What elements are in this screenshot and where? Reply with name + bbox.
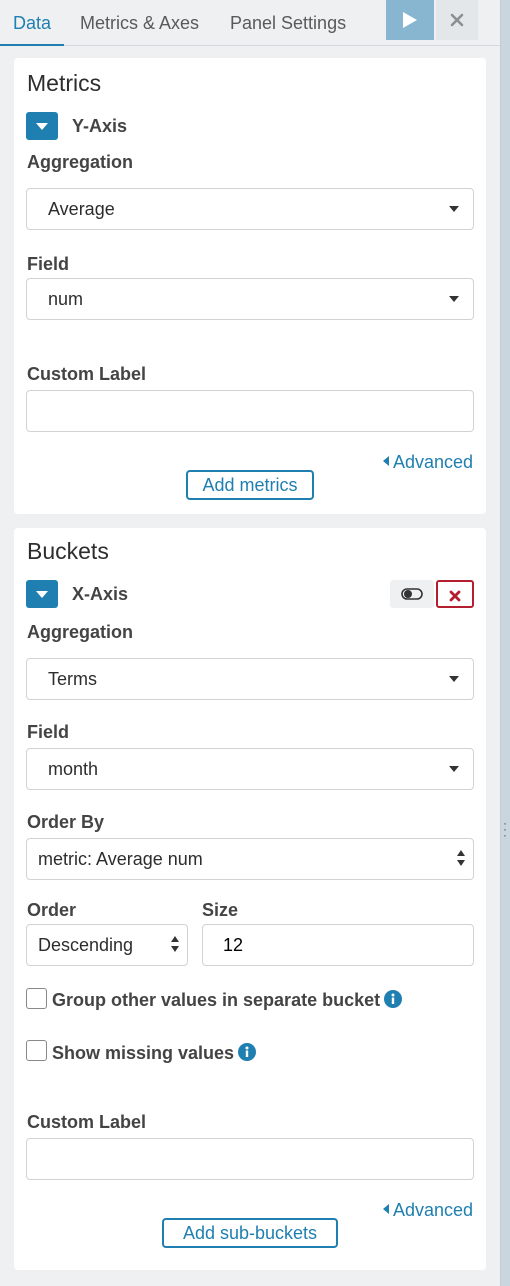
resize-handle-icon[interactable]: · · ·	[500, 817, 510, 841]
order-by-label: Order By	[27, 812, 105, 832]
order-select[interactable]: Descending	[26, 924, 188, 966]
editor-tabbar: Data Metrics & Axes Panel Settings	[0, 0, 500, 46]
caret-down-icon	[449, 206, 459, 212]
caret-left-icon	[382, 1204, 389, 1215]
custom-label-input[interactable]	[26, 1138, 474, 1180]
caret-left-icon	[382, 456, 389, 467]
custom-label-input[interactable]	[26, 390, 474, 432]
metrics-title: Metrics	[27, 70, 102, 96]
advanced-toggle-link[interactable]: Advanced	[382, 1200, 473, 1221]
info-icon[interactable]	[384, 990, 403, 1009]
y-axis-title: Y-Axis	[72, 116, 128, 136]
show-missing-label: Show missing values	[52, 1043, 257, 1064]
buckets-title: Buckets	[27, 538, 109, 564]
buckets-panel: Buckets X-Axis Aggregation Terms Field m…	[14, 528, 486, 1270]
show-missing-text: Show missing values	[52, 1043, 235, 1063]
tab-metrics-axes[interactable]: Metrics & Axes	[80, 0, 199, 46]
order-value: Descending	[38, 935, 134, 955]
aggregation-value: Terms	[48, 669, 97, 689]
aggregation-value: Average	[48, 199, 115, 219]
chevron-down-icon	[36, 123, 48, 130]
show-missing-checkbox[interactable]	[26, 1040, 47, 1061]
sidebar-resize-gutter[interactable]: · · ·	[500, 0, 510, 1286]
play-icon	[403, 12, 417, 28]
remove-aggregation-button[interactable]	[436, 580, 474, 608]
add-sub-buckets-button[interactable]: Add sub-buckets	[162, 1218, 338, 1248]
custom-label-label: Custom Label	[27, 364, 147, 384]
tab-panel-settings[interactable]: Panel Settings	[230, 0, 346, 46]
metrics-panel: Metrics Y-Axis Aggregation Average Field…	[14, 58, 486, 514]
select-arrows-icon	[457, 850, 465, 866]
close-icon	[450, 13, 464, 27]
advanced-label: Advanced	[392, 452, 473, 472]
size-input[interactable]	[202, 924, 474, 966]
group-other-label: Group other values in separate bucket	[52, 990, 403, 1011]
aggregation-select[interactable]: Average	[26, 188, 474, 230]
add-metrics-button[interactable]: Add metrics	[186, 470, 314, 500]
chevron-down-icon	[36, 591, 48, 598]
x-icon	[449, 590, 461, 602]
x-axis-title: X-Axis	[72, 584, 129, 604]
advanced-label: Advanced	[392, 1200, 473, 1220]
toggle-icon	[401, 588, 423, 600]
order-by-select[interactable]: metric: Average num	[26, 838, 474, 880]
field-label: Field	[27, 722, 70, 742]
apply-changes-button[interactable]	[386, 0, 434, 40]
field-label: Field	[27, 254, 70, 274]
field-select[interactable]: num	[26, 278, 474, 320]
caret-down-icon	[449, 676, 459, 682]
x-axis-collapse-button[interactable]	[26, 580, 58, 608]
field-value: month	[48, 759, 99, 779]
disable-aggregation-toggle[interactable]	[390, 580, 434, 608]
y-axis-collapse-button[interactable]	[26, 112, 58, 140]
field-value: num	[48, 289, 84, 309]
advanced-toggle-link[interactable]: Advanced	[382, 452, 473, 473]
tab-data[interactable]: Data	[0, 0, 65, 46]
order-by-value: metric: Average num	[38, 849, 203, 869]
caret-down-icon	[449, 296, 459, 302]
size-label: Size	[202, 900, 239, 920]
aggregation-label: Aggregation	[27, 622, 133, 642]
discard-changes-button[interactable]	[436, 0, 478, 40]
info-icon[interactable]	[238, 1043, 257, 1062]
aggregation-select[interactable]: Terms	[26, 658, 474, 700]
group-other-text: Group other values in separate bucket	[52, 990, 381, 1010]
custom-label-label: Custom Label	[27, 1112, 147, 1132]
caret-down-icon	[449, 766, 459, 772]
order-label: Order	[27, 900, 77, 920]
aggregation-label: Aggregation	[27, 152, 133, 172]
group-other-checkbox[interactable]	[26, 988, 47, 1009]
select-arrows-icon	[171, 936, 179, 952]
field-select[interactable]: month	[26, 748, 474, 790]
